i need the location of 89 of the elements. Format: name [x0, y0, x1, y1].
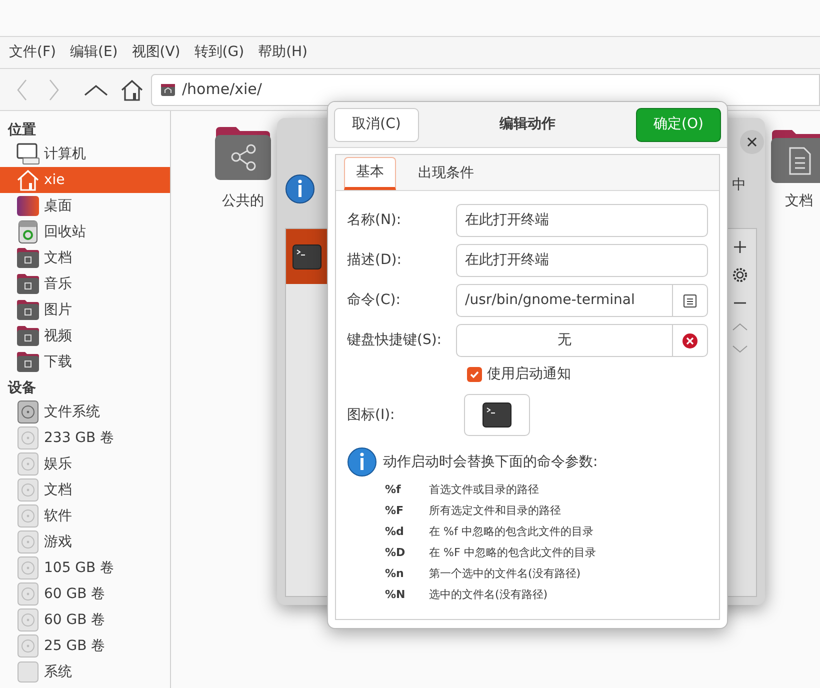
- sidebar-heading: 位置: [6, 120, 37, 140]
- terminal-icon: [482, 402, 512, 428]
- parameter-description: 所有选定文件和目录的路径: [429, 503, 561, 520]
- clear-icon: [682, 332, 698, 348]
- sidebar-item[interactable]: 视频: [0, 323, 170, 349]
- parameter-code: %d: [385, 524, 405, 540]
- clear-button[interactable]: [673, 324, 708, 357]
- field-label: 描述(D):: [347, 251, 402, 270]
- info-icon: [285, 174, 315, 204]
- add-icon[interactable]: [734, 241, 746, 253]
- icon-button[interactable]: [464, 394, 530, 436]
- info-text: 中: [732, 176, 746, 195]
- gear-icon[interactable]: [732, 267, 748, 283]
- tab[interactable]: 基本: [344, 157, 396, 190]
- menu-item[interactable]: 转到(G): [193, 42, 246, 63]
- sidebar-item[interactable]: 桌面: [0, 193, 170, 219]
- info-icon: [347, 447, 377, 477]
- parameter-code: %D: [385, 545, 406, 562]
- cancel-button[interactable]: 取消(C): [334, 108, 419, 142]
- sidebar-item[interactable]: 文档: [0, 245, 170, 271]
- browse-button[interactable]: [673, 284, 708, 317]
- info-title: 动作启动时会替换下面的命令参数:: [383, 452, 598, 472]
- folder-label: 文档: [785, 192, 813, 211]
- field-label: 命令(C):: [347, 291, 402, 310]
- sidebar-item[interactable]: 60 GB 卷: [0, 581, 170, 607]
- ssd-drive-icon: [16, 660, 40, 684]
- checkmark-icon: [469, 368, 480, 380]
- home-icon[interactable]: [120, 78, 144, 102]
- menu-item[interactable]: 文件(F): [8, 42, 57, 63]
- text-field[interactable]: 在此打开终端: [456, 244, 708, 277]
- location-path: /home/xie/: [182, 79, 262, 100]
- field-label: 图标(I):: [347, 406, 396, 424]
- sidebar-item[interactable]: 游戏: [0, 529, 170, 555]
- desktop-icon: [16, 194, 40, 218]
- sidebar-item[interactable]: 计算机: [0, 141, 170, 167]
- menu-item[interactable]: 帮助(H): [257, 42, 309, 63]
- parameter-description: 第一个选中的文件名(没有路径): [429, 566, 581, 582]
- checkbox-label: 使用启动通知: [487, 364, 571, 384]
- terminal-icon: [292, 244, 322, 270]
- sidebar-item[interactable]: xie: [0, 167, 170, 193]
- sidebar-heading: 设备: [6, 378, 37, 398]
- sidebar-item[interactable]: 文档: [0, 477, 170, 503]
- dialog-title: 编辑动作: [500, 115, 556, 134]
- parameter-description: 首选文件或目录的路径: [429, 482, 539, 498]
- computer-icon: [16, 142, 40, 166]
- close-icon: [747, 137, 757, 147]
- tab[interactable]: 出现条件: [406, 157, 486, 190]
- text-field[interactable]: 在此打开终端: [456, 204, 708, 237]
- command-field[interactable]: /usr/bin/gnome-terminal: [456, 284, 673, 317]
- location-field[interactable]: /home/xie/: [151, 74, 820, 106]
- shared-folder-icon: [214, 125, 272, 181]
- sidebar-item[interactable]: 105 GB 卷: [0, 555, 170, 581]
- folder-icon: [16, 298, 40, 322]
- up-icon[interactable]: [84, 84, 108, 96]
- sidebar-item[interactable]: 娱乐: [0, 451, 170, 477]
- sidebar-item[interactable]: 图片: [0, 297, 170, 323]
- sidebar-item[interactable]: 回收站: [0, 219, 170, 245]
- document-icon: [683, 294, 697, 308]
- sidebar-item[interactable]: 下载: [0, 349, 170, 375]
- document-folder-icon: [770, 128, 820, 184]
- trash-icon: [16, 220, 40, 244]
- menu-item[interactable]: 编辑(E): [68, 42, 119, 63]
- folder-icon: [16, 350, 40, 374]
- menu-item[interactable]: 视图(V): [130, 42, 182, 63]
- sidebar-item[interactable]: 音乐: [0, 271, 170, 297]
- home-icon: [16, 168, 40, 192]
- parameter-code: %f: [385, 482, 402, 498]
- sidebar-item[interactable]: 文件系统: [0, 399, 170, 425]
- folder-icon: [16, 324, 40, 348]
- sidebar-item[interactable]: 233 GB 卷: [0, 425, 170, 451]
- parameter-description: 在 %F 中忽略的包含此文件的目录: [429, 545, 596, 562]
- sidebar-item[interactable]: 系统: [0, 659, 170, 685]
- close-button[interactable]: [740, 130, 764, 154]
- shortcut-field[interactable]: 无: [456, 324, 673, 357]
- folder-icon: [16, 246, 40, 270]
- parameter-description: 在 %f 中忽略的包含此文件的目录: [429, 524, 594, 540]
- home-folder-icon: [160, 82, 176, 98]
- parameter-code: %F: [385, 503, 405, 520]
- parameter-description: 选中的文件名(没有路径): [429, 587, 548, 604]
- parameter-code: %n: [385, 566, 405, 582]
- sidebar-item[interactable]: 25 GB 卷: [0, 633, 170, 659]
- parameter-code: %N: [385, 587, 406, 604]
- sidebar-item[interactable]: 软件: [0, 503, 170, 529]
- checkbox[interactable]: [467, 366, 482, 382]
- folder-label: 公共的: [222, 192, 264, 211]
- field-label: 键盘快捷键(S):: [347, 331, 443, 350]
- field-label: 名称(N):: [347, 211, 402, 230]
- sidebar-item[interactable]: 60 GB 卷: [0, 607, 170, 633]
- folder-icon: [16, 272, 40, 296]
